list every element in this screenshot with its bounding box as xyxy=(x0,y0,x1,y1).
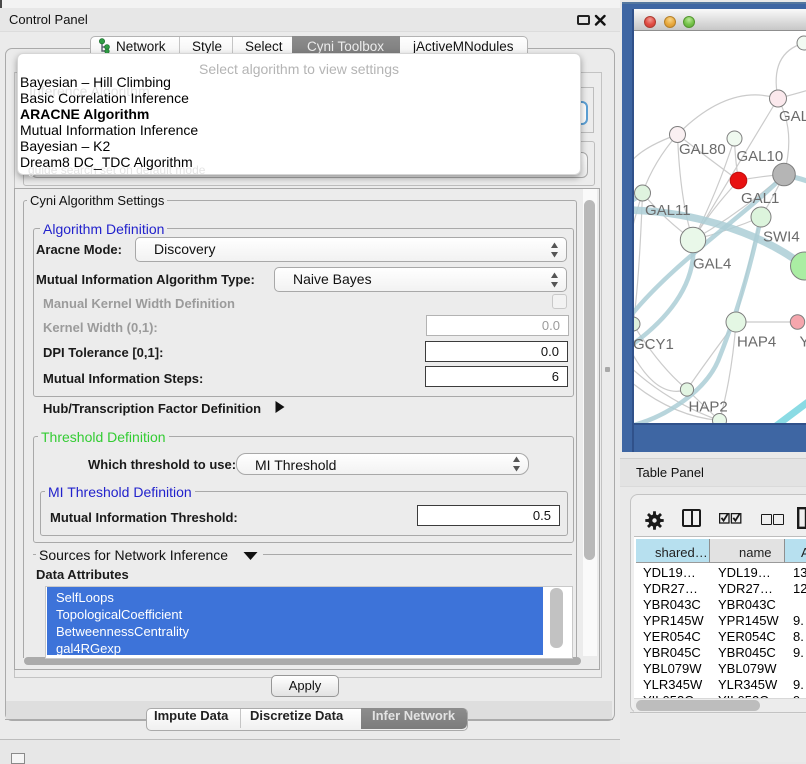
svg-text:HAP2: HAP2 xyxy=(689,399,728,416)
svg-text:Y: Y xyxy=(800,334,806,351)
svg-text:GAL80: GAL80 xyxy=(679,141,726,158)
svg-text:GAL11: GAL11 xyxy=(645,202,691,219)
svg-text:SWI4: SWI4 xyxy=(763,229,800,246)
svg-text:HAP4: HAP4 xyxy=(737,334,776,351)
svg-text:GAL4: GAL4 xyxy=(693,256,731,273)
svg-text:GAL10: GAL10 xyxy=(737,148,784,165)
svg-text:GAL2: GAL2 xyxy=(779,108,806,125)
svg-text:GCY1: GCY1 xyxy=(634,336,674,353)
svg-text:GAL1: GAL1 xyxy=(741,190,779,207)
